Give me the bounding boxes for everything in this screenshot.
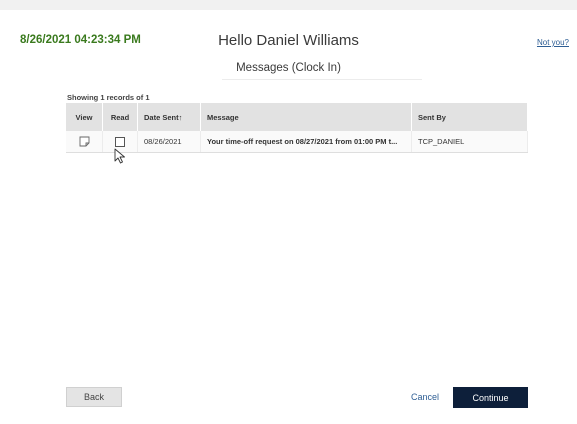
table-header-row: View Read Date Sent↑ Message Sent By [66, 103, 528, 131]
mouse-cursor-icon [114, 148, 125, 164]
date-sent-cell: 08/26/2021 [137, 131, 201, 153]
continue-button[interactable]: Continue [453, 387, 528, 408]
column-header-sent-by[interactable]: Sent By [411, 103, 528, 131]
cancel-button[interactable]: Cancel [405, 388, 445, 406]
page-subtitle: Messages (Clock In) [236, 62, 341, 74]
view-cell[interactable] [66, 131, 103, 153]
note-icon[interactable] [79, 136, 90, 147]
table-row[interactable]: 08/26/2021 Your time-off request on 08/2… [66, 131, 528, 153]
column-header-message[interactable]: Message [200, 103, 412, 131]
greeting-title: Hello Daniel Williams [218, 32, 359, 49]
sent-by-cell: TCP_DANIEL [411, 131, 528, 153]
main-panel: 8/26/2021 04:23:34 PM Hello Daniel Willi… [0, 10, 577, 424]
column-header-date-sent[interactable]: Date Sent↑ [137, 103, 201, 131]
subtitle-divider [222, 79, 422, 80]
column-header-read[interactable]: Read [102, 103, 138, 131]
not-you-link[interactable]: Not you? [537, 38, 569, 47]
back-button[interactable]: Back [66, 387, 122, 407]
column-header-view[interactable]: View [66, 103, 103, 131]
read-checkbox[interactable] [115, 136, 125, 147]
messages-table: View Read Date Sent↑ Message Sent By 08/… [66, 103, 528, 153]
message-cell[interactable]: Your time-off request on 08/27/2021 from… [200, 131, 412, 153]
records-summary: Showing 1 records of 1 [67, 93, 150, 102]
